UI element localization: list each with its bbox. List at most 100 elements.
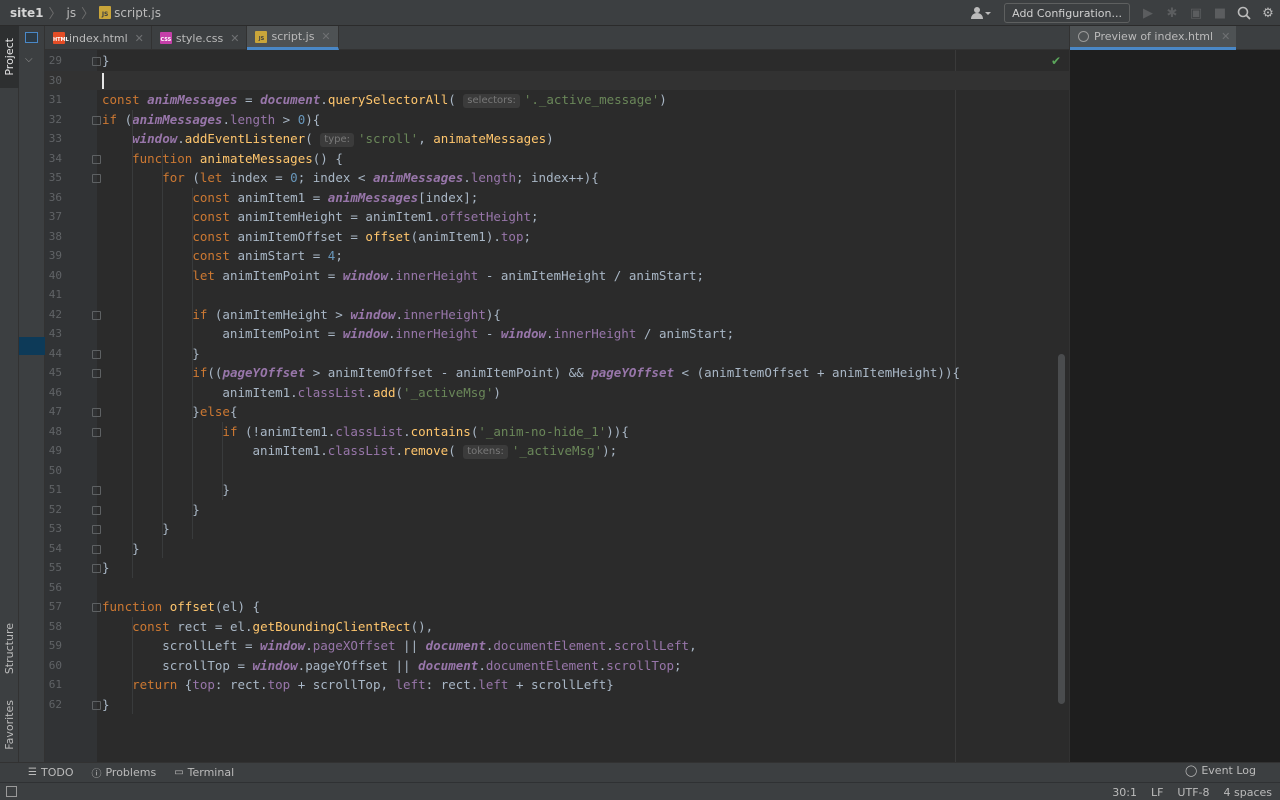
code-line[interactable]: 38 const animItemOffset = offset(animIte…: [45, 227, 1069, 247]
code-line[interactable]: 60 scrollTop = window.pageYOffset || doc…: [45, 656, 1069, 676]
fold-marker-icon[interactable]: [92, 544, 101, 554]
add-configuration-button[interactable]: Add Configuration...: [1004, 3, 1130, 23]
line-number: 49: [48, 444, 62, 457]
code-line[interactable]: 49 animItem1.classList.remove( tokens: '_…: [45, 441, 1069, 461]
code-line[interactable]: 34 function animateMessages() {: [45, 149, 1069, 169]
toggle-tool-windows-icon[interactable]: [6, 786, 17, 797]
fold-marker-icon[interactable]: [92, 486, 101, 495]
todo-tool-button[interactable]: ☰ TODO: [28, 766, 73, 779]
code-line[interactable]: 55}: [45, 558, 1069, 578]
fold-marker-icon[interactable]: [92, 505, 101, 515]
fold-marker-icon[interactable]: [92, 427, 101, 437]
code-line[interactable]: 62}: [45, 695, 1069, 715]
file-encoding[interactable]: UTF-8: [1177, 786, 1209, 799]
tab-style-css[interactable]: CSS style.css ✕: [152, 26, 248, 50]
fold-marker-icon[interactable]: [92, 700, 101, 710]
chevron-down-icon[interactable]: ⌵: [19, 54, 45, 70]
close-icon[interactable]: ✕: [135, 32, 144, 45]
code-line[interactable]: 29}: [45, 51, 1069, 71]
structure-tool-tab[interactable]: Structure: [0, 618, 19, 680]
inspection-ok-check-icon[interactable]: ✔: [1051, 54, 1061, 68]
tab-preview-index-html[interactable]: Preview of index.html ✕: [1070, 26, 1237, 50]
code-line[interactable]: 47 }else{: [45, 402, 1069, 422]
code-line[interactable]: 50: [45, 461, 1069, 481]
vertical-scrollbar[interactable]: [1058, 354, 1065, 704]
code-text: function offset(el) {: [102, 599, 261, 614]
code-line[interactable]: 42 if (animItemHeight > window.innerHeig…: [45, 305, 1069, 325]
code-line[interactable]: 59 scrollLeft = window.pageXOffset || do…: [45, 636, 1069, 656]
code-line[interactable]: 44 }: [45, 344, 1069, 364]
code-line[interactable]: 40 let animItemPoint = window.innerHeigh…: [45, 266, 1069, 286]
favorites-tab-label: Favorites: [3, 700, 16, 750]
code-line[interactable]: 56: [45, 578, 1069, 598]
fold-marker-icon[interactable]: [92, 115, 101, 125]
fold-marker-icon[interactable]: [92, 525, 101, 534]
code-line[interactable]: 36 const animItem1 = animMessages[index]…: [45, 188, 1069, 208]
code-text: }: [102, 482, 230, 497]
fold-marker-icon[interactable]: [92, 57, 101, 66]
preview-tab-label: Preview of index.html: [1094, 30, 1214, 43]
close-icon[interactable]: ✕: [230, 32, 239, 45]
code-text: const animStart = 4;: [192, 248, 343, 263]
toolbar-right: Add Configuration... ▶ ✱ ▣ ■ ⚙: [966, 0, 1280, 26]
tab-script-js[interactable]: JS script.js ✕: [247, 26, 339, 50]
breadcrumb-file[interactable]: script.js: [114, 6, 161, 20]
terminal-tool-button[interactable]: ▭ Terminal: [174, 766, 234, 779]
code-line[interactable]: 37 const animItemHeight = animItem1.offs…: [45, 207, 1069, 227]
code-line[interactable]: 51 }: [45, 480, 1069, 500]
caret-position[interactable]: 30:1: [1112, 786, 1137, 799]
code-line[interactable]: 46 animItem1.classList.add('_activeMsg'): [45, 383, 1069, 403]
fold-marker-icon[interactable]: [92, 564, 101, 573]
code-line[interactable]: 31 const animMessages = document.querySel…: [45, 90, 1069, 110]
fold-marker-icon[interactable]: [92, 310, 101, 320]
left-tool-stripe: Project Structure Favorites: [0, 26, 19, 762]
problems-tool-button[interactable]: ⓘ Problems: [91, 765, 156, 780]
code-line[interactable]: 35 for (let index = 0; index < animMessa…: [45, 168, 1069, 188]
code-line[interactable]: 61 return {top: rect.top + scrollTop, le…: [45, 675, 1069, 695]
code-line[interactable]: 30: [45, 70, 1069, 90]
code-line[interactable]: 33 window.addEventListener( type:'scroll…: [45, 129, 1069, 149]
breadcrumb-project[interactable]: site1: [10, 6, 43, 20]
tab-index-html[interactable]: HTML index.html ✕: [45, 26, 152, 50]
fold-marker-icon[interactable]: [92, 369, 101, 378]
line-separator[interactable]: LF: [1151, 786, 1163, 799]
code-line[interactable]: 39 const animStart = 4;: [45, 246, 1069, 266]
code-line[interactable]: 45 if((pageYOffset > animItemOffset - an…: [45, 363, 1069, 383]
code-line[interactable]: 43 animItemPoint = window.innerHeight - …: [45, 324, 1069, 344]
code-text: const rect = el.getBoundingClientRect(),: [132, 618, 434, 634]
close-icon[interactable]: ✕: [1221, 30, 1230, 43]
code-line[interactable]: 48 if (!animItem1.classList.contains('_a…: [45, 422, 1069, 442]
fold-marker-icon[interactable]: [92, 174, 101, 183]
search-icon[interactable]: [1232, 1, 1256, 25]
code-editor[interactable]: 29} 30 31 const animMessages = document.que…: [45, 50, 1069, 762]
code-line[interactable]: 58 const rect = el.getBoundingClientRect…: [45, 617, 1069, 637]
code-line[interactable]: 32 if (animMessages.length > 0){: [45, 110, 1069, 130]
run-icon[interactable]: ▶: [1136, 1, 1160, 25]
project-tool-tab[interactable]: Project: [0, 26, 19, 88]
project-panel-collapsed[interactable]: ⌵: [19, 26, 45, 762]
code-text: }: [102, 521, 170, 536]
code-line[interactable]: 53 }: [45, 519, 1069, 539]
settings-gear-icon[interactable]: ⚙: [1256, 1, 1280, 25]
code-line[interactable]: 41: [45, 285, 1069, 305]
code-line[interactable]: 54 }: [45, 539, 1069, 559]
line-number: 60: [48, 658, 62, 672]
stop-icon[interactable]: ■: [1208, 1, 1232, 25]
code-line[interactable]: 52 }: [45, 500, 1069, 520]
event-log-button[interactable]: ◯ Event Log: [1185, 764, 1256, 777]
breadcrumb-folder[interactable]: js: [67, 6, 77, 20]
code-line[interactable]: 57 function offset(el) {: [45, 597, 1069, 617]
coverage-icon[interactable]: ▣: [1184, 1, 1208, 25]
fold-marker-icon[interactable]: [92, 349, 101, 359]
indent-setting[interactable]: 4 spaces: [1224, 786, 1273, 799]
close-icon[interactable]: ✕: [321, 30, 330, 43]
code-text: window.addEventListener( type:'scroll', …: [132, 131, 554, 147]
vcs-user-icon[interactable]: [966, 1, 996, 25]
list-icon: ☰: [28, 767, 37, 778]
fold-marker-icon[interactable]: [92, 408, 101, 417]
fold-marker-icon[interactable]: [92, 154, 101, 164]
terminal-label: Terminal: [187, 766, 235, 779]
fold-marker-icon[interactable]: [92, 603, 101, 612]
debug-icon[interactable]: ✱: [1160, 1, 1184, 25]
favorites-tool-tab[interactable]: Favorites: [0, 694, 19, 756]
